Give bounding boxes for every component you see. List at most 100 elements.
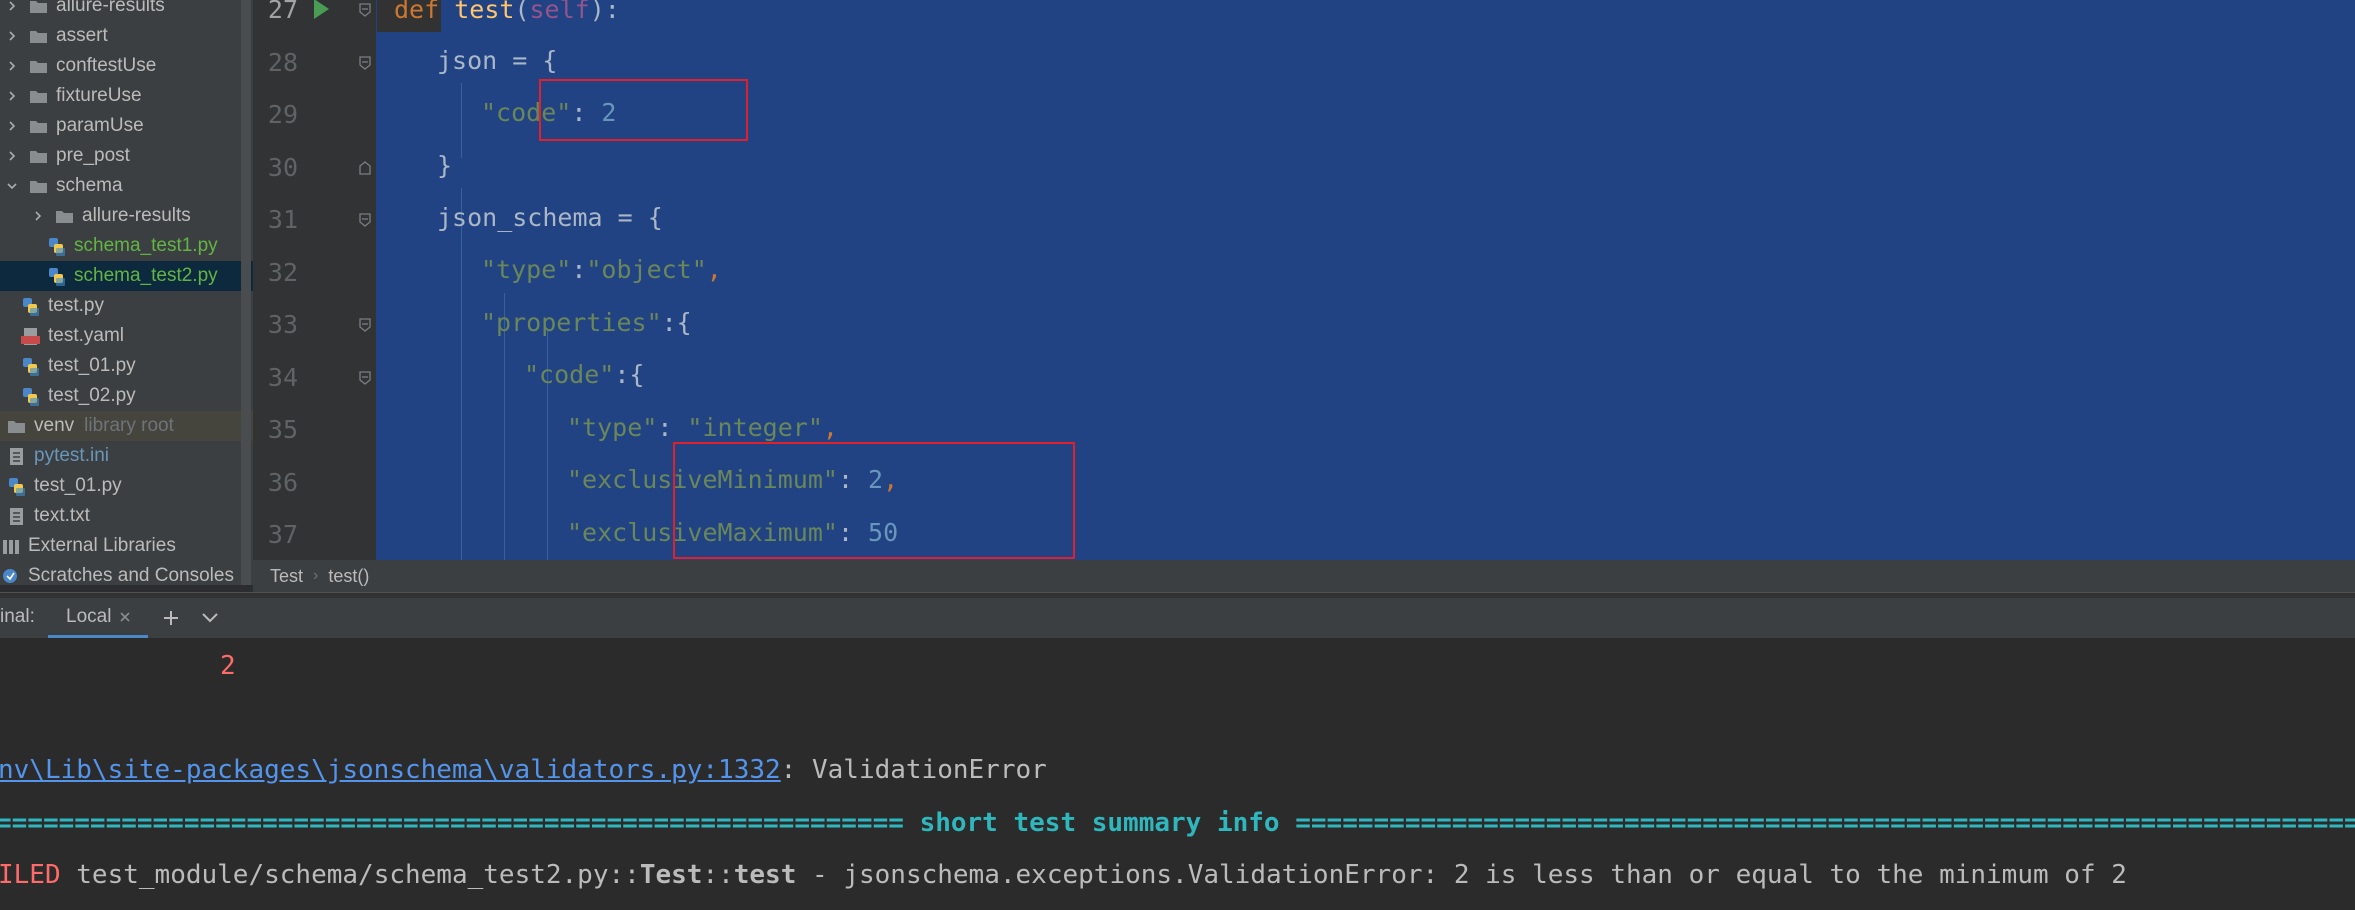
- folder-icon: [6, 416, 34, 437]
- line-number: 32: [267, 257, 298, 287]
- tree-item-scratches-and-consoles[interactable]: Scratches and Consoles: [0, 561, 253, 585]
- fold-icon[interactable]: [357, 2, 373, 18]
- terminal-summary-header: ========================================…: [0, 808, 2355, 838]
- terminal-title: inal:: [0, 606, 35, 627]
- python-file-icon: [6, 476, 34, 497]
- tree-item-schema-test1-py[interactable]: schema_test1.py: [0, 231, 253, 261]
- tree-item-label: paramUse: [56, 115, 144, 136]
- tree-item-schema[interactable]: schema: [0, 171, 253, 201]
- chevron-down-icon[interactable]: [200, 610, 220, 626]
- python-file-icon: [20, 386, 48, 407]
- fold-icon[interactable]: [357, 212, 373, 228]
- line-number: 28: [267, 47, 298, 77]
- tree-item-schema-test2-py[interactable]: schema_test2.py: [0, 261, 253, 291]
- tree-item-paramuse[interactable]: paramUse: [0, 111, 253, 141]
- python-file-icon: [20, 356, 48, 377]
- breadcrumb-method[interactable]: test(): [328, 566, 369, 587]
- chevron-down-icon[interactable]: [4, 178, 20, 194]
- ini-file-icon: [6, 446, 34, 467]
- chevron-right-icon[interactable]: [4, 28, 20, 44]
- fold-end-icon[interactable]: [357, 160, 373, 176]
- tree-item-label: test_01.py: [34, 475, 122, 496]
- run-test-icon[interactable]: [311, 0, 331, 20]
- project-tree-scrollbar[interactable]: [241, 0, 251, 585]
- code-line-27: def test(self):: [394, 0, 620, 24]
- tree-item-label: assert: [56, 25, 108, 46]
- breadcrumb-class[interactable]: Test: [270, 566, 303, 587]
- terminal-error-location: nv\Lib\site-packages\jsonschema\validato…: [0, 755, 1047, 785]
- tree-item-label: pre_post: [56, 145, 130, 166]
- library-root-note: library root: [84, 415, 174, 436]
- tree-item-label: External Libraries: [28, 535, 176, 556]
- tree-item-assert[interactable]: assert: [0, 21, 253, 51]
- fold-icon[interactable]: [357, 370, 373, 386]
- tree-item-test-py[interactable]: test.py: [0, 291, 253, 321]
- folder-icon: [28, 116, 56, 137]
- terminal-failed-line: ILED test_module/schema/schema_test2.py:…: [0, 860, 2127, 890]
- line-number: 34: [267, 362, 298, 392]
- text-file-icon: [6, 506, 34, 527]
- code-line-33: "properties":{: [481, 308, 692, 337]
- yaml-file-icon: [20, 326, 48, 347]
- fold-icon[interactable]: [357, 317, 373, 333]
- folder-icon: [28, 56, 56, 77]
- tree-item-conftestuse[interactable]: conftestUse: [0, 51, 253, 81]
- tree-item-test-01-py[interactable]: test_01.py: [0, 351, 253, 381]
- chevron-right-icon[interactable]: [4, 0, 20, 14]
- breadcrumb-separator: ›: [313, 567, 319, 584]
- chevron-right-icon[interactable]: [30, 208, 46, 224]
- project-tree: allure-results assert conftestUse fixtureUs…: [0, 0, 253, 585]
- close-icon[interactable]: [119, 611, 131, 623]
- tree-item-label: test_02.py: [48, 385, 136, 406]
- tree-item-label: pytest.ini: [34, 445, 109, 466]
- code-line-30: }: [437, 151, 453, 180]
- tree-item-test-yaml[interactable]: test.yaml: [0, 321, 253, 351]
- tree-item-pre-post[interactable]: pre_post: [0, 141, 253, 171]
- tree-item-label: schema: [56, 175, 123, 196]
- tree-item-label: Scratches and Consoles: [28, 565, 234, 585]
- chevron-right-icon[interactable]: [4, 58, 20, 74]
- line-number: 35: [267, 415, 298, 444]
- tree-item-test-01-py[interactable]: test_01.py: [0, 471, 253, 501]
- add-icon[interactable]: [161, 608, 181, 628]
- code-line-31: json_schema = {: [437, 203, 663, 232]
- line-number: 29: [267, 100, 298, 129]
- python-file-icon: [46, 266, 74, 287]
- tree-item-text-txt[interactable]: text.txt: [0, 501, 253, 531]
- fold-icon[interactable]: [357, 55, 373, 71]
- code-line-34: "code":{: [524, 360, 645, 389]
- tree-item-label: schema_test2.py: [74, 265, 218, 286]
- chevron-right-icon[interactable]: [4, 148, 20, 164]
- indent-guide: [461, 83, 462, 158]
- tree-item-label: fixtureUse: [56, 85, 142, 106]
- tree-item-allure-results[interactable]: allure-results: [0, 201, 253, 231]
- tree-item-venv[interactable]: venv library root: [0, 411, 253, 441]
- tree-item-test-02-py[interactable]: test_02.py: [0, 381, 253, 411]
- tree-item-external-libraries[interactable]: External Libraries: [0, 531, 253, 561]
- library-icon: [0, 536, 28, 557]
- error-source-link[interactable]: nv\Lib\site-packages\jsonschema\validato…: [0, 755, 781, 785]
- folder-icon: [28, 0, 56, 17]
- tree-item-allure-results[interactable]: allure-results: [0, 0, 253, 21]
- python-file-icon: [46, 236, 74, 257]
- folder-icon: [28, 26, 56, 47]
- line-number: 33: [267, 310, 298, 339]
- python-file-icon: [20, 296, 48, 317]
- terminal-output[interactable]: 2 nv\Lib\site-packages\jsonschema\valida…: [0, 638, 2355, 910]
- highlight-box-code-value: [539, 79, 748, 141]
- chevron-right-icon[interactable]: [4, 118, 20, 134]
- tree-item-label: test.py: [48, 295, 104, 316]
- folder-icon: [28, 176, 56, 197]
- tree-item-pytest-ini[interactable]: pytest.ini: [0, 441, 253, 471]
- chevron-right-icon[interactable]: [4, 88, 20, 104]
- terminal-tab-local[interactable]: Local: [48, 598, 148, 638]
- tree-item-label: venv: [34, 415, 75, 436]
- tree-item-label: schema_test1.py: [74, 235, 218, 256]
- tree-item-fixtureuse[interactable]: fixtureUse: [0, 81, 253, 111]
- folder-icon: [28, 146, 56, 167]
- folder-icon: [54, 206, 82, 227]
- editor-gutter: 27 28 29 30 31 32 33 34 35 36 37: [253, 0, 376, 560]
- editor-breadcrumb: Test › test(): [253, 560, 2355, 592]
- line-number: 30: [267, 152, 298, 182]
- line-number: 31: [267, 205, 298, 234]
